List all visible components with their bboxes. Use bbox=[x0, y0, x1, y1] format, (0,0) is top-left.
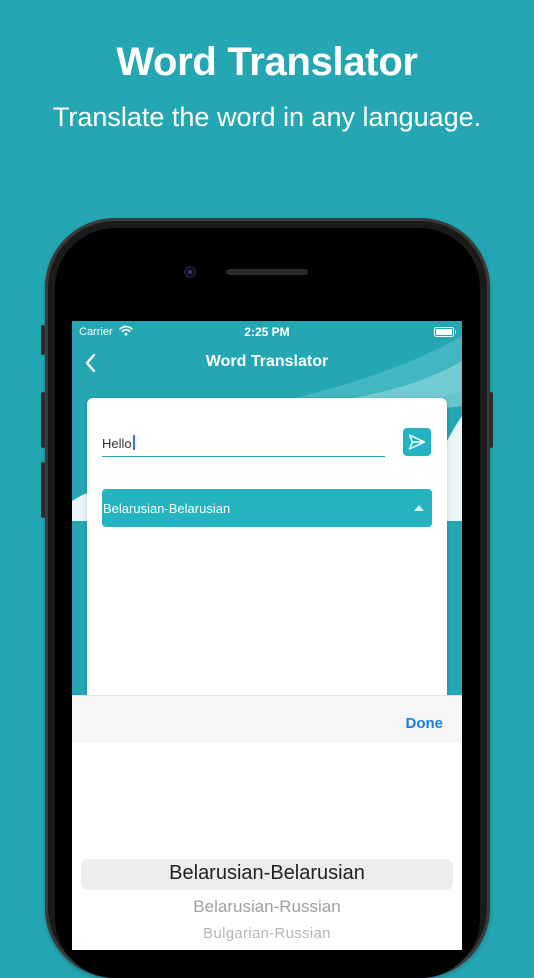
promo-title: Word Translator bbox=[116, 40, 418, 84]
front-camera bbox=[184, 266, 196, 278]
power-button bbox=[489, 392, 493, 448]
word-input[interactable] bbox=[102, 430, 385, 457]
status-bar: Carrier 2:25 PM bbox=[72, 321, 462, 343]
dropdown-caret-icon bbox=[414, 505, 424, 511]
language-select[interactable]: Belarusian-Belarusian bbox=[102, 489, 432, 527]
text-cursor bbox=[133, 435, 135, 450]
send-button[interactable] bbox=[403, 428, 431, 456]
earpiece-speaker bbox=[226, 269, 308, 275]
language-select-value: Belarusian-Belarusian bbox=[103, 501, 231, 516]
volume-up-button bbox=[41, 392, 45, 448]
volume-down-button bbox=[41, 462, 45, 518]
status-time: 2:25 PM bbox=[244, 325, 290, 339]
send-icon bbox=[408, 434, 426, 450]
nav-bar: Word Translator bbox=[72, 343, 462, 383]
mute-switch bbox=[41, 325, 45, 355]
language-picker[interactable]: Belarusian-Belarusian Belarusian-Russian… bbox=[72, 743, 462, 950]
picker-option[interactable]: Belarusian-Belarusian bbox=[72, 862, 462, 885]
promo-subtitle: Translate the word in any language. bbox=[52, 102, 482, 132]
nav-title: Word Translator bbox=[205, 353, 329, 370]
app-screen: Carrier 2:25 PM Word Translator Belarusi… bbox=[72, 321, 462, 950]
battery-icon bbox=[434, 327, 456, 337]
done-button[interactable]: Done bbox=[406, 715, 444, 732]
picker-option[interactable]: Belarusian-Russian bbox=[72, 897, 462, 917]
picker-toolbar: Done bbox=[72, 695, 462, 744]
picker-option[interactable]: Bulgarian-Russian bbox=[72, 925, 462, 942]
